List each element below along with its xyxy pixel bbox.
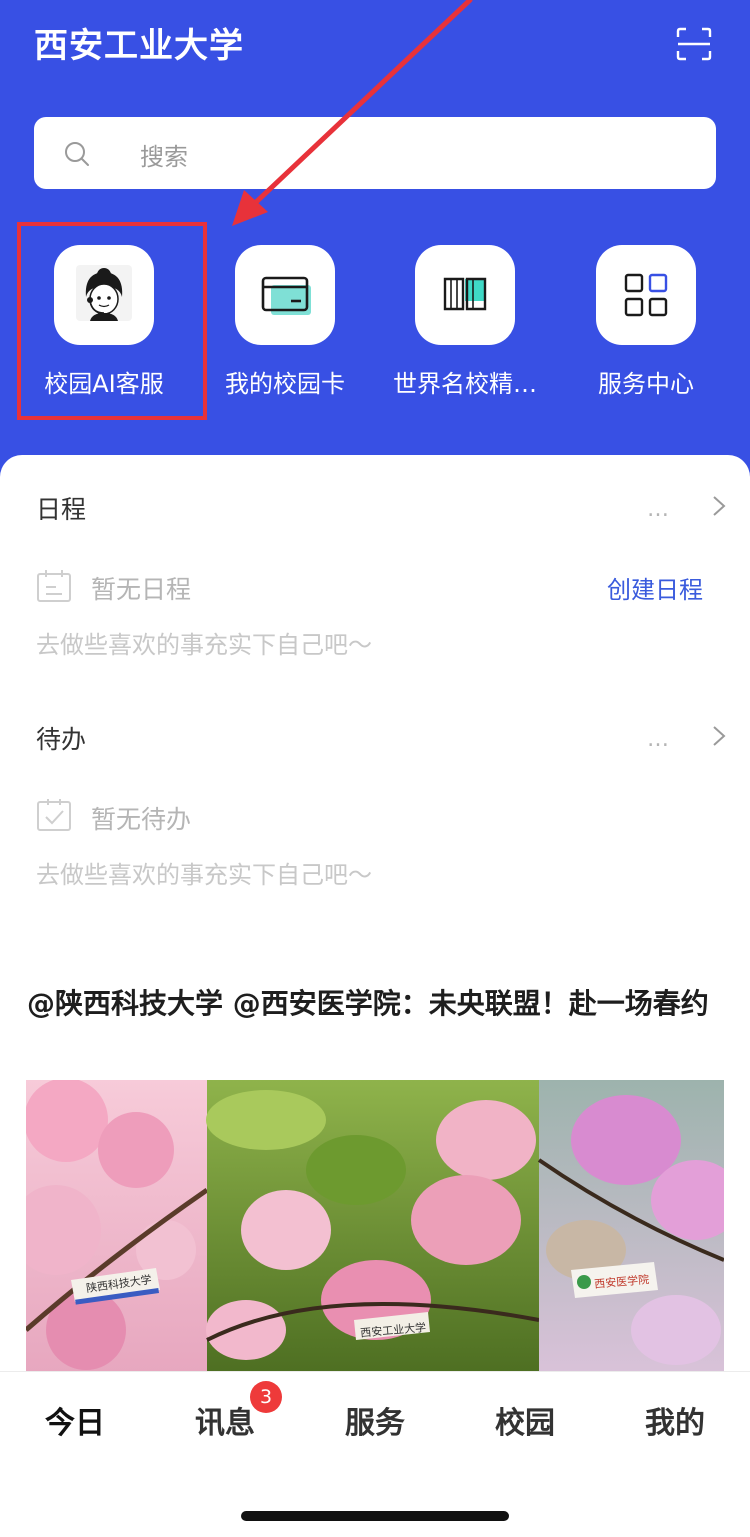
quick-action-label: 服务中心 <box>598 370 694 398</box>
highlight-box <box>17 222 207 420</box>
tab-services[interactable]: 服务 <box>300 1398 450 1442</box>
schedule-more-icon[interactable]: … <box>647 497 670 522</box>
app-title: 西安工业大学 <box>34 26 244 66</box>
cherry-blossom-photo: 陕西科技大学 西安工业大学 西安医学院 <box>26 1080 724 1372</box>
schedule-hint: 去做些喜欢的事充实下自己吧～ <box>36 631 372 659</box>
tab-mine[interactable]: 我的 <box>600 1398 750 1442</box>
quick-action-label: 世界名校精… <box>393 370 537 398</box>
calendar-icon <box>37 570 71 602</box>
todo-title[interactable]: 待办 <box>36 720 86 756</box>
quick-action-campus-card[interactable] <box>235 245 335 345</box>
news-photo[interactable]: 陕西科技大学 西安工业大学 西安医学院 <box>26 1080 724 1372</box>
app-header: 西安工业大学 搜索 校园AI客服 我的校园卡 世界名校精… 服务中心 <box>0 0 750 480</box>
grid-apps-icon <box>624 273 668 317</box>
open-book-icon <box>443 277 487 311</box>
todo-more-icon[interactable]: … <box>647 727 670 752</box>
checklist-icon <box>37 799 71 831</box>
scan-icon[interactable] <box>676 27 712 61</box>
quick-action-label: 我的校园卡 <box>225 370 345 398</box>
campus-card-icon <box>261 276 311 315</box>
tab-campus[interactable]: 校园 <box>450 1398 600 1442</box>
message-badge: 3 <box>250 1381 282 1413</box>
todo-hint: 去做些喜欢的事充实下自己吧～ <box>36 861 372 889</box>
create-schedule-link[interactable]: 创建日程 <box>607 570 703 605</box>
quick-action-world-schools[interactable] <box>415 245 515 345</box>
chevron-right-icon[interactable] <box>708 494 730 518</box>
bottom-tab-bar: 今日 讯息 3 服务 校园 我的 <box>0 1371 750 1537</box>
search-bar[interactable]: 搜索 <box>34 117 716 189</box>
search-icon <box>65 142 89 166</box>
schedule-title[interactable]: 日程 <box>36 490 86 526</box>
quick-action-service-center[interactable] <box>596 245 696 345</box>
news-title[interactable]: @陕西科技大学 @西安医学院：未央联盟！赴一场春约 <box>27 983 727 1025</box>
search-placeholder: 搜索 <box>140 143 188 171</box>
todo-empty-text: 暂无待办 <box>91 805 192 834</box>
schedule-empty-text: 暂无日程 <box>91 575 192 604</box>
chevron-right-icon[interactable] <box>708 724 730 748</box>
tab-today[interactable]: 今日 <box>0 1398 150 1442</box>
home-indicator <box>241 1511 509 1521</box>
